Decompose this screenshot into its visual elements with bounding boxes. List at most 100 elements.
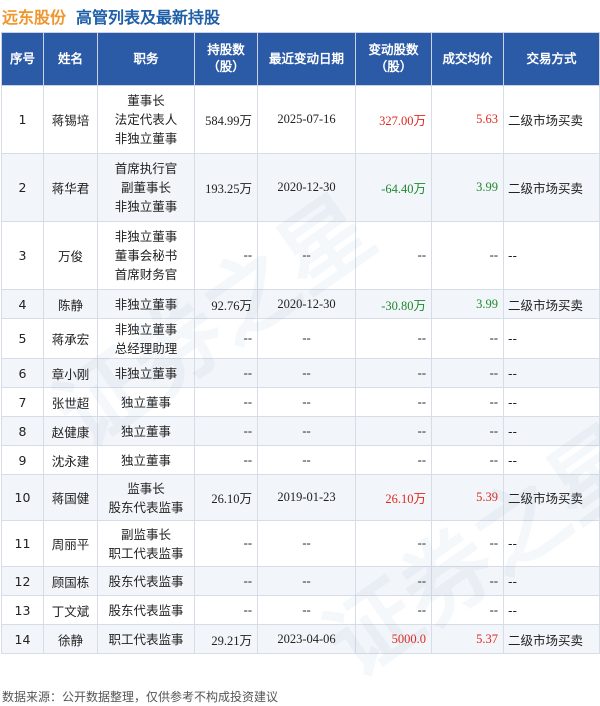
row-index: 6 — [1, 358, 44, 388]
row-index: 1 — [1, 85, 44, 154]
position-title: 董事会秘书 — [114, 248, 178, 263]
row-index: 13 — [1, 595, 44, 625]
shares-changed: 26.10万 — [355, 474, 432, 521]
shares-held: -- — [194, 221, 258, 290]
executive-positions: 独立董事 — [97, 387, 195, 417]
executive-name: 周丽平 — [43, 520, 98, 567]
last-change-date: -- — [257, 445, 356, 475]
table-row: 12 顾国栋 股东代表监事 -- -- -- -- -- — [1, 566, 600, 596]
trade-method: -- — [503, 416, 600, 446]
position-title: 职工代表监事 — [108, 631, 184, 647]
average-price: 3.99 — [431, 289, 504, 319]
executive-name: 蒋华君 — [43, 153, 98, 222]
average-price: -- — [431, 595, 504, 625]
column-header: 最近变动日期 — [257, 32, 356, 86]
table-row: 5 蒋承宏 非独立董事 总经理助理 -- -- -- -- -- — [1, 318, 600, 359]
table-row: 1 蒋锡培 董事长 法定代表人 非独立董事 584.99万 2025-07-16 327.00… — [1, 85, 600, 154]
average-price: -- — [431, 520, 504, 567]
shares-changed: -- — [355, 358, 432, 388]
executive-positions: 首席执行官 副董事长 非独立董事 — [97, 153, 195, 222]
trade-method: 二级市场买卖 — [503, 624, 600, 654]
executive-positions: 非独立董事 — [97, 289, 195, 319]
column-header: 持股数 （股） — [194, 32, 258, 86]
executive-positions: 股东代表监事 — [97, 595, 195, 625]
shares-changed: -- — [355, 520, 432, 567]
shares-changed: 5000.0 — [355, 624, 432, 654]
last-change-date: -- — [257, 520, 356, 567]
trade-method: 二级市场买卖 — [503, 153, 600, 222]
column-header: 交易方式 — [503, 32, 600, 86]
trade-method: 二级市场买卖 — [503, 289, 600, 319]
row-index: 8 — [1, 416, 44, 446]
executive-name: 蒋国健 — [43, 474, 98, 521]
trade-method: -- — [503, 387, 600, 417]
executive-positions: 非独立董事 — [97, 358, 195, 388]
column-header: 成交均价 — [431, 32, 504, 86]
shares-held: -- — [194, 520, 258, 567]
data-source-note: 数据来源：公开数据整理，仅供参考不构成投资建议 — [2, 690, 279, 704]
shares-changed: -- — [355, 445, 432, 475]
last-change-date: -- — [257, 221, 356, 290]
row-index: 5 — [1, 318, 44, 359]
column-header: 变动股数 （股） — [355, 32, 432, 86]
shares-held: -- — [194, 358, 258, 388]
row-index: 14 — [1, 624, 44, 654]
trade-method: -- — [503, 566, 600, 596]
last-change-date: -- — [257, 387, 356, 417]
shares-held: -- — [194, 318, 258, 359]
average-price: 5.39 — [431, 474, 504, 521]
position-title: 独立董事 — [120, 394, 171, 410]
shares-held: -- — [194, 566, 258, 596]
column-header: 姓名 — [43, 32, 98, 86]
last-change-date: -- — [257, 416, 356, 446]
row-index: 4 — [1, 289, 44, 319]
table-row: 8 赵健康 独立董事 -- -- -- -- -- — [1, 416, 600, 446]
last-change-date: 2019-01-23 — [257, 474, 356, 521]
trade-method: 二级市场买卖 — [503, 474, 600, 521]
row-index: 9 — [1, 445, 44, 475]
executive-name: 沈永建 — [43, 445, 98, 475]
row-index: 12 — [1, 566, 44, 596]
table-header-row: 序号 姓名 职务 持股数 （股） 最近变动日期 变动股数 （股） 成交均价 交易方式 — [1, 32, 600, 86]
last-change-date: -- — [257, 358, 356, 388]
executive-positions: 监事长 股东代表监事 — [97, 474, 195, 521]
executive-name: 陈静 — [43, 289, 98, 319]
executive-positions: 非独立董事 总经理助理 — [97, 318, 195, 359]
average-price: -- — [431, 318, 504, 359]
table-row: 10 蒋国健 监事长 股东代表监事 26.10万 2019-01-23 26.10万 5.39… — [1, 474, 600, 521]
executive-name: 赵健康 — [43, 416, 98, 446]
last-change-date: -- — [257, 318, 356, 359]
table-row: 2 蒋华君 首席执行官 副董事长 非独立董事 193.25万 2020-12-30 -64.4… — [1, 153, 600, 222]
row-index: 2 — [1, 153, 44, 222]
shares-changed: -- — [355, 221, 432, 290]
trade-method: -- — [503, 595, 600, 625]
table-row: 11 周丽平 副监事长 职工代表监事 -- -- -- -- -- — [1, 520, 600, 567]
position-title: 法定代表人 — [114, 112, 178, 127]
shares-changed: -- — [355, 595, 432, 625]
shares-changed: 327.00万 — [355, 85, 432, 154]
trade-method: -- — [503, 221, 600, 290]
last-change-date: -- — [257, 566, 356, 596]
shares-held: -- — [194, 416, 258, 446]
shares-held: 29.21万 — [194, 624, 258, 654]
last-change-date: 2020-12-30 — [257, 153, 356, 222]
position-title: 董事长 — [127, 93, 165, 108]
table-row: 13 丁文斌 股东代表监事 -- -- -- -- -- — [1, 595, 600, 625]
average-price: 5.37 — [431, 624, 504, 654]
position-title: 首席执行官 — [114, 161, 178, 176]
shares-changed: -30.80万 — [355, 289, 432, 319]
position-title: 非独立董事 — [114, 365, 178, 381]
average-price: -- — [431, 566, 504, 596]
position-title: 独立董事 — [120, 452, 171, 468]
position-title: 非独立董事 — [114, 199, 178, 214]
table-row: 7 张世超 独立董事 -- -- -- -- -- — [1, 387, 600, 417]
executive-name: 蒋承宏 — [43, 318, 98, 359]
executive-positions: 非独立董事 董事会秘书 首席财务官 — [97, 221, 195, 290]
executive-name: 蒋锡培 — [43, 85, 98, 154]
row-index: 11 — [1, 520, 44, 567]
column-header: 序号 — [1, 32, 44, 86]
company-name: 远东股份 — [2, 8, 67, 27]
last-change-date: 2025-07-16 — [257, 85, 356, 154]
row-index: 3 — [1, 221, 44, 290]
trade-method: -- — [503, 445, 600, 475]
